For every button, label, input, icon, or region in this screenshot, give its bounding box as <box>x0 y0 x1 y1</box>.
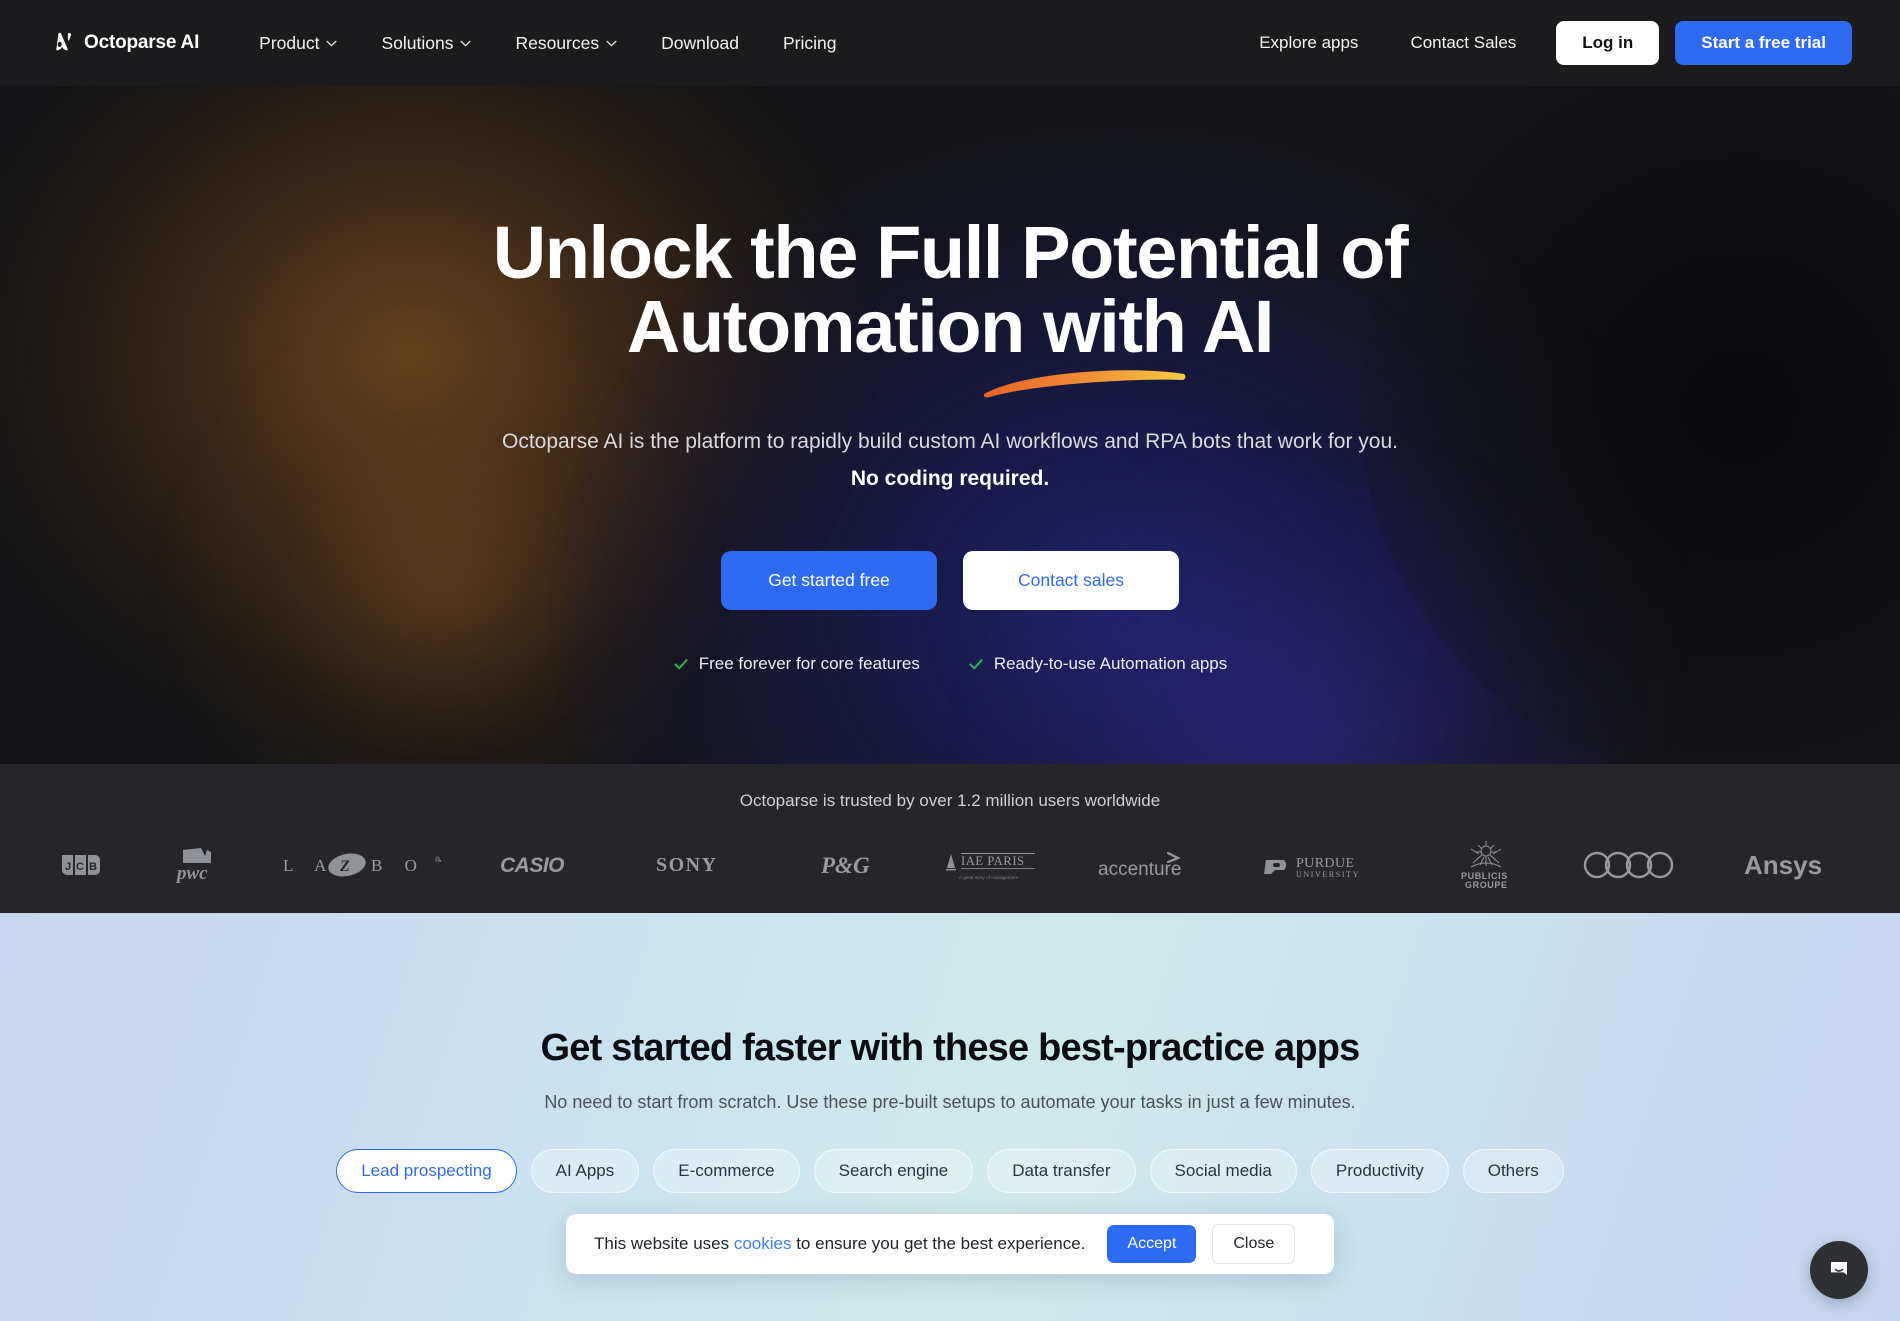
svg-text:P&G: P&G <box>821 853 870 878</box>
pwc-logo: pwc <box>167 846 223 884</box>
cookie-close-button[interactable]: Close <box>1212 1224 1296 1264</box>
sony-logo: SONY <box>656 853 762 877</box>
iae-paris-logo: IAE PARIS A great story of management <box>935 848 1039 882</box>
jcb-logo: J C B <box>60 849 108 881</box>
nav-item-explore-apps[interactable]: Explore apps <box>1233 23 1384 63</box>
accenture-logo: accenture <box>1098 851 1204 879</box>
svg-text:accenture: accenture <box>1098 859 1181 879</box>
hero-headline-line-2: Automation with AI <box>626 285 1275 368</box>
check-icon <box>969 659 983 670</box>
casio-logo: CASIO <box>500 852 596 878</box>
svg-text:CASIO: CASIO <box>500 854 564 877</box>
cookies-policy-link[interactable]: cookies <box>734 1234 792 1253</box>
trusted-by-title: Octoparse is trusted by over 1.2 million… <box>739 791 1161 810</box>
nav-item-contact-sales[interactable]: Contact Sales <box>1384 23 1542 63</box>
svg-text:pwc: pwc <box>175 863 208 884</box>
nav-item-label: Product <box>259 32 320 53</box>
svg-text:PURDUE: PURDUE <box>1296 856 1354 871</box>
nav-item-download[interactable]: Download <box>639 23 761 64</box>
filter-social-media[interactable]: Social media <box>1149 1149 1297 1193</box>
trusted-by-section: Octoparse is trusted by over 1.2 million… <box>0 764 1900 913</box>
filter-data-transfer[interactable]: Data transfer <box>987 1149 1136 1193</box>
perk-item: Free forever for core features <box>673 654 920 674</box>
apps-subheading: No need to start from scratch. Use these… <box>544 1092 1356 1112</box>
login-button[interactable]: Log in <box>1556 21 1660 65</box>
svg-text:A great story of management: A great story of management <box>959 875 1019 880</box>
cookie-consent-banner: This website uses cookies to ensure you … <box>566 1214 1334 1274</box>
brand-name: Octoparse AI <box>84 32 200 53</box>
apps-filter-tabs: Lead prospecting AI Apps E-commerce Sear… <box>0 1149 1900 1193</box>
svg-text:GROUPE: GROUPE <box>1465 880 1508 890</box>
svg-text:®: ® <box>435 856 441 864</box>
lazboy-logo: L A Z B O Y ® <box>283 851 441 879</box>
chevron-down-icon <box>606 40 617 47</box>
nav-item-label: Solutions <box>381 32 454 53</box>
filter-e-commerce[interactable]: E-commerce <box>653 1149 800 1193</box>
cookie-message: This website uses cookies to ensure you … <box>594 1234 1085 1254</box>
filter-ai-apps[interactable]: AI Apps <box>530 1149 640 1193</box>
customer-logo-row: J C B pwc L A Z B O Y ® <box>0 839 1900 891</box>
svg-text:Ansys: Ansys <box>1744 850 1822 880</box>
cookie-accept-button[interactable]: Accept <box>1107 1225 1197 1263</box>
svg-text:B O Y: B O Y <box>371 856 441 875</box>
apps-heading: Get started faster with these best-pract… <box>540 1027 1361 1069</box>
chat-bubble-icon <box>1831 1262 1847 1275</box>
hero-subtitle: Octoparse AI is the platform to rapidly … <box>501 430 1399 453</box>
perk-label: Free forever for core features <box>698 654 920 674</box>
start-free-trial-button[interactable]: Start a free trial <box>1675 21 1852 65</box>
filter-productivity[interactable]: Productivity <box>1310 1149 1449 1193</box>
nav-item-pricing[interactable]: Pricing <box>761 23 859 64</box>
hero-perks: Free forever for core features Ready-to-… <box>0 654 1900 674</box>
purdue-logo: PURDUE UNIVERSITY <box>1263 850 1392 880</box>
chevron-down-icon <box>460 40 471 47</box>
svg-text:SONY: SONY <box>656 854 718 876</box>
audi-logo <box>1581 850 1685 880</box>
svg-text:L A: L A <box>283 856 335 875</box>
pg-logo: P&G <box>821 851 875 879</box>
check-icon <box>674 659 688 670</box>
hero-headline-line-1: Unlock the Full Potential of <box>492 211 1409 294</box>
hero-headline: Unlock the Full Potential of Automation … <box>0 216 1900 398</box>
hero-content: Unlock the Full Potential of Automation … <box>0 86 1900 674</box>
filter-search-engine[interactable]: Search engine <box>813 1149 974 1193</box>
nav-item-resources[interactable]: Resources <box>493 23 639 64</box>
svg-text:Z: Z <box>339 858 350 875</box>
hero-subtitle-block: Octoparse AI is the platform to rapidly … <box>0 426 1900 495</box>
contact-sales-button[interactable]: Contact sales <box>963 551 1179 611</box>
brand-logo[interactable]: Octoparse AI <box>48 30 199 56</box>
chevron-down-icon <box>326 40 337 47</box>
svg-text:B: B <box>89 861 97 873</box>
octoparse-logo-icon <box>56 32 72 51</box>
perk-item: Ready-to-use Automation apps <box>968 654 1227 674</box>
get-started-free-button[interactable]: Get started free <box>721 551 937 611</box>
cookie-text-after: to ensure you get the best experience. <box>791 1234 1086 1253</box>
svg-text:J: J <box>65 861 71 873</box>
publicis-logo: PUBLICIS GROUPE <box>1451 839 1521 891</box>
top-navigation-bar: Octoparse AI Product Solutions Resources… <box>0 0 1900 86</box>
nav-item-label: Resources <box>515 32 600 53</box>
perk-label: Ready-to-use Automation apps <box>993 654 1228 674</box>
filter-lead-prospecting[interactable]: Lead prospecting <box>336 1149 517 1193</box>
svg-text:C: C <box>76 861 84 873</box>
nav-item-product[interactable]: Product <box>237 23 359 64</box>
hero-cta-row: Get started free Contact sales <box>0 551 1900 611</box>
filter-others[interactable]: Others <box>1462 1149 1564 1193</box>
hero-section: Unlock the Full Potential of Automation … <box>0 86 1900 764</box>
ansys-logo: Ansys <box>1744 849 1840 881</box>
headline-underline-arc <box>983 370 1186 398</box>
primary-nav-links: Product Solutions Resources Download Pri… <box>237 23 858 64</box>
cookie-text-before: This website uses <box>594 1234 734 1253</box>
secondary-nav: Explore apps Contact Sales Log in Start … <box>1233 21 1852 65</box>
page-root: Octoparse AI Product Solutions Resources… <box>0 0 1900 1321</box>
svg-text:UNIVERSITY: UNIVERSITY <box>1296 870 1360 879</box>
hero-subtitle-bold: No coding required. <box>850 466 1050 490</box>
chat-widget-button[interactable] <box>1810 1241 1868 1299</box>
nav-item-solutions[interactable]: Solutions <box>359 23 493 64</box>
svg-text:IAE PARIS: IAE PARIS <box>961 854 1025 868</box>
